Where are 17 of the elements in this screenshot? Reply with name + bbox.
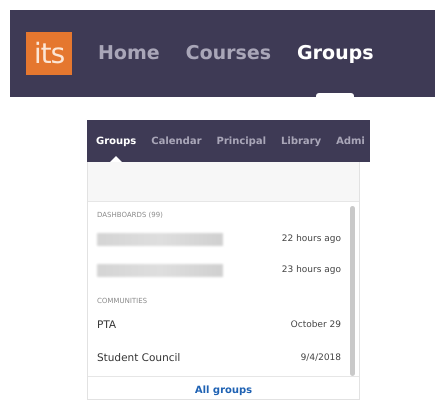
nav-tab[interactable]: Principal	[216, 120, 266, 162]
timestamp: October 29	[290, 319, 341, 332]
nav-tab[interactable]: Calendar	[151, 120, 202, 162]
timestamp: 23 hours ago	[282, 264, 341, 276]
all-groups-link[interactable]: All groups	[194, 385, 252, 396]
nav-tab[interactable]: Groups	[96, 120, 136, 162]
group-name[interactable]: Student Council	[97, 350, 180, 366]
scrollbar[interactable]	[350, 206, 355, 376]
nav-tab[interactable]: Admi	[336, 120, 365, 162]
group-name[interactable]: PTA	[97, 318, 116, 333]
nav-tab[interactable]: Library	[281, 120, 322, 162]
timestamp: 9/4/2018	[300, 352, 341, 364]
nav-tab[interactable]: Courses	[186, 10, 272, 97]
nav-tab[interactable]: Groups	[297, 10, 374, 97]
timestamp: 22 hours ago	[282, 232, 341, 246]
nav-tab[interactable]: Home	[98, 10, 160, 97]
logo[interactable]: its	[26, 32, 72, 75]
